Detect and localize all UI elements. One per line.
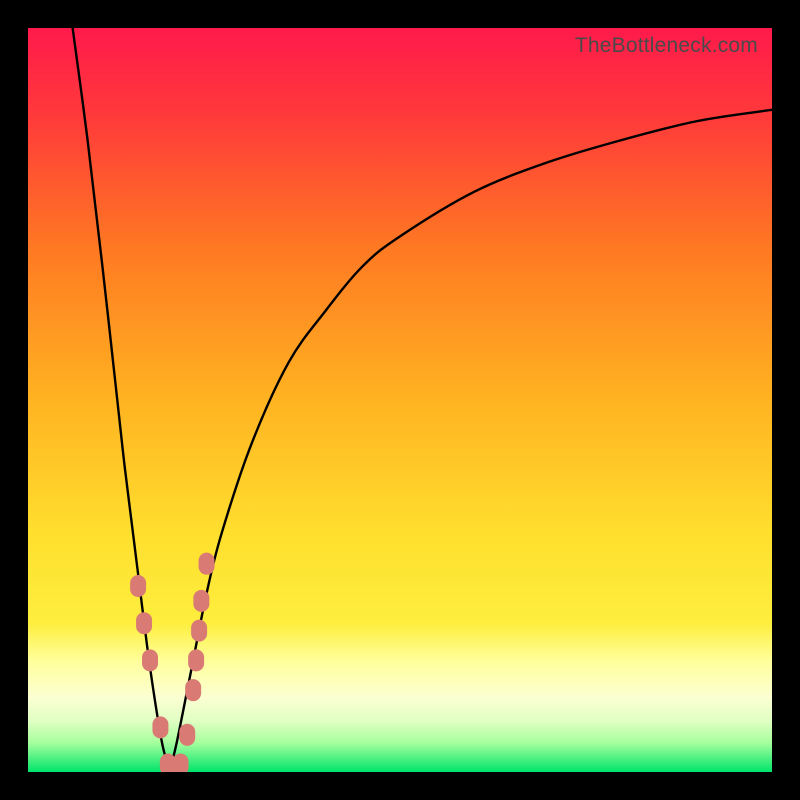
data-marker [191, 620, 207, 642]
data-marker [193, 590, 209, 612]
data-marker [179, 724, 195, 746]
data-marker [199, 553, 215, 575]
data-marker [173, 754, 189, 772]
data-marker [130, 575, 146, 597]
chart-svg [28, 28, 772, 772]
watermark-text: TheBottleneck.com [575, 34, 758, 58]
chart-frame: TheBottleneck.com [0, 0, 800, 800]
data-markers [130, 553, 214, 772]
data-marker [188, 649, 204, 671]
data-marker [136, 612, 152, 634]
data-marker [152, 716, 168, 738]
data-marker [185, 679, 201, 701]
curve-right [169, 110, 772, 772]
data-marker [142, 649, 158, 671]
plot-area: TheBottleneck.com [28, 28, 772, 772]
